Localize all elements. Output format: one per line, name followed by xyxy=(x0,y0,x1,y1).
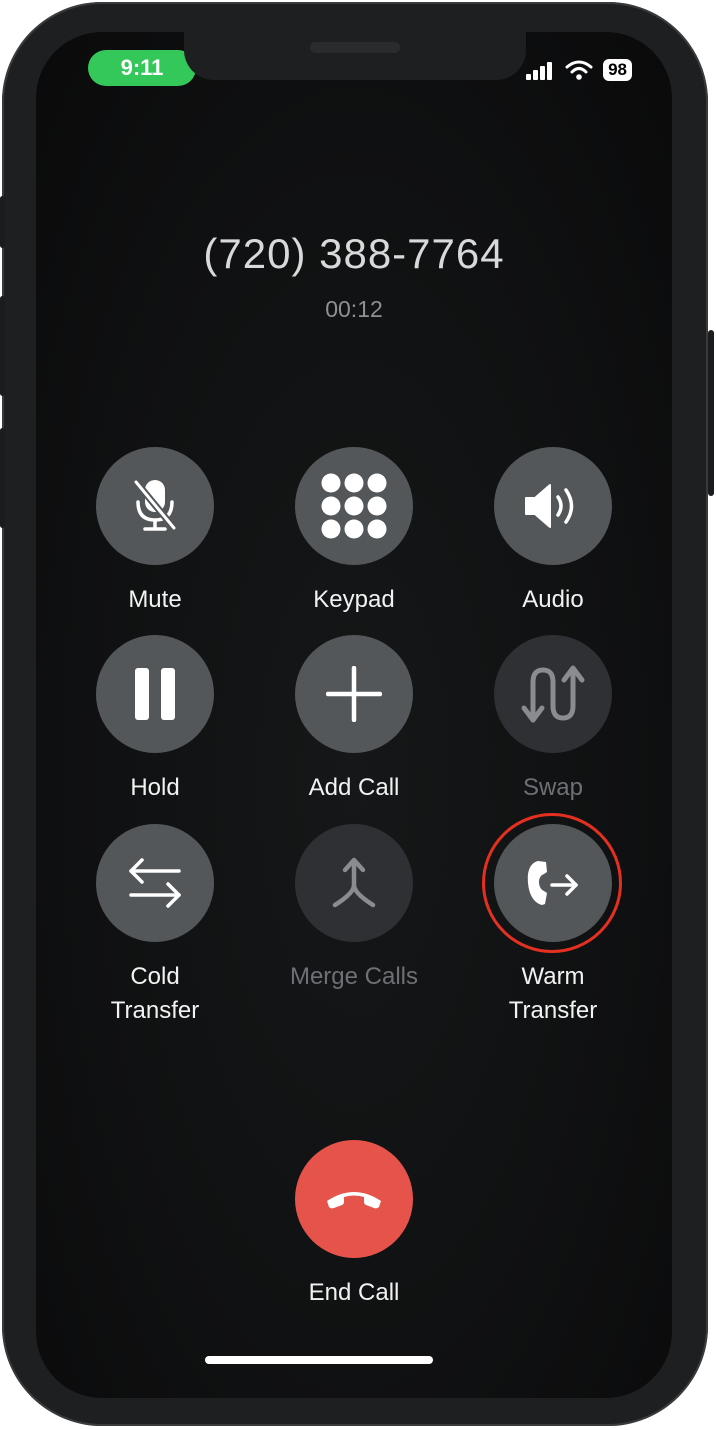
status-indicators: 98 xyxy=(525,59,632,81)
swap-label: Swap xyxy=(522,774,584,801)
merge-icon xyxy=(332,857,376,908)
warm-transfer-label: Warm Transfer xyxy=(453,960,653,1028)
volume-down-button xyxy=(0,428,5,528)
add-call-circle[interactable] xyxy=(295,635,413,753)
hold-label: Hold xyxy=(130,774,180,801)
mute-circle[interactable] xyxy=(96,447,214,565)
merge-calls-label: Merge Calls xyxy=(289,963,419,990)
keypad-circle[interactable] xyxy=(295,447,413,565)
power-button xyxy=(708,330,714,496)
end-call-circle[interactable] xyxy=(295,1140,413,1258)
hold-circle[interactable] xyxy=(96,635,214,753)
cold-transfer-label-line1: Cold xyxy=(130,963,180,990)
warm-transfer-label-line2: Transfer xyxy=(508,997,598,1024)
cold-transfer-button[interactable]: Cold Transfer xyxy=(55,824,255,1028)
transfer-arrows-icon xyxy=(129,858,181,908)
swap-arrows-icon xyxy=(521,665,585,723)
merge-calls-button[interactable]: Merge Calls xyxy=(254,824,454,994)
call-screen: 9:11 98 (720) 388-7764 00:12 Mute Keypad… xyxy=(36,32,672,1398)
call-duration: 00:12 xyxy=(325,296,383,322)
audio-circle[interactable] xyxy=(494,447,612,565)
warm-transfer-label-line1: Warm xyxy=(521,963,585,990)
warm-transfer-circle[interactable] xyxy=(494,824,612,942)
end-call-label: End Call xyxy=(308,1279,400,1306)
keypad-label: Keypad xyxy=(313,586,395,613)
merge-calls-circle[interactable] xyxy=(295,824,413,942)
warm-transfer-button[interactable]: Warm Transfer xyxy=(453,824,653,1028)
audio-button[interactable]: Audio xyxy=(453,447,653,617)
add-call-button[interactable]: Add Call xyxy=(254,635,454,805)
end-call-button[interactable]: End Call xyxy=(254,1140,454,1310)
silent-switch xyxy=(0,196,5,248)
status-time[interactable]: 9:11 xyxy=(88,50,196,86)
cellular-signal-icon xyxy=(526,62,553,80)
keypad-button[interactable]: Keypad xyxy=(254,447,454,617)
phone-forward-icon xyxy=(527,861,578,905)
mute-label: Mute xyxy=(128,586,182,613)
speaker-icon xyxy=(525,484,574,528)
cold-transfer-label: Cold Transfer xyxy=(55,960,255,1028)
audio-label: Audio xyxy=(522,586,584,613)
plus-icon xyxy=(326,666,382,722)
keypad-icon xyxy=(321,473,387,539)
notch xyxy=(184,32,526,80)
mic-slash-icon xyxy=(133,479,177,531)
swap-button[interactable]: Swap xyxy=(453,635,653,805)
cold-transfer-label-line2: Transfer xyxy=(110,997,200,1024)
add-call-label: Add Call xyxy=(308,774,400,801)
home-indicator[interactable] xyxy=(205,1356,433,1364)
earpiece-speaker xyxy=(310,42,400,53)
battery-indicator: 98 xyxy=(603,59,632,81)
swap-circle[interactable] xyxy=(494,635,612,753)
mute-button[interactable]: Mute xyxy=(55,447,255,617)
hold-button[interactable]: Hold xyxy=(55,635,255,805)
caller-number: (720) 388-7764 xyxy=(203,230,505,277)
pause-icon xyxy=(135,668,175,720)
hang-up-icon xyxy=(327,1192,381,1209)
volume-up-button xyxy=(0,296,5,396)
cold-transfer-circle[interactable] xyxy=(96,824,214,942)
wifi-icon xyxy=(565,60,593,80)
